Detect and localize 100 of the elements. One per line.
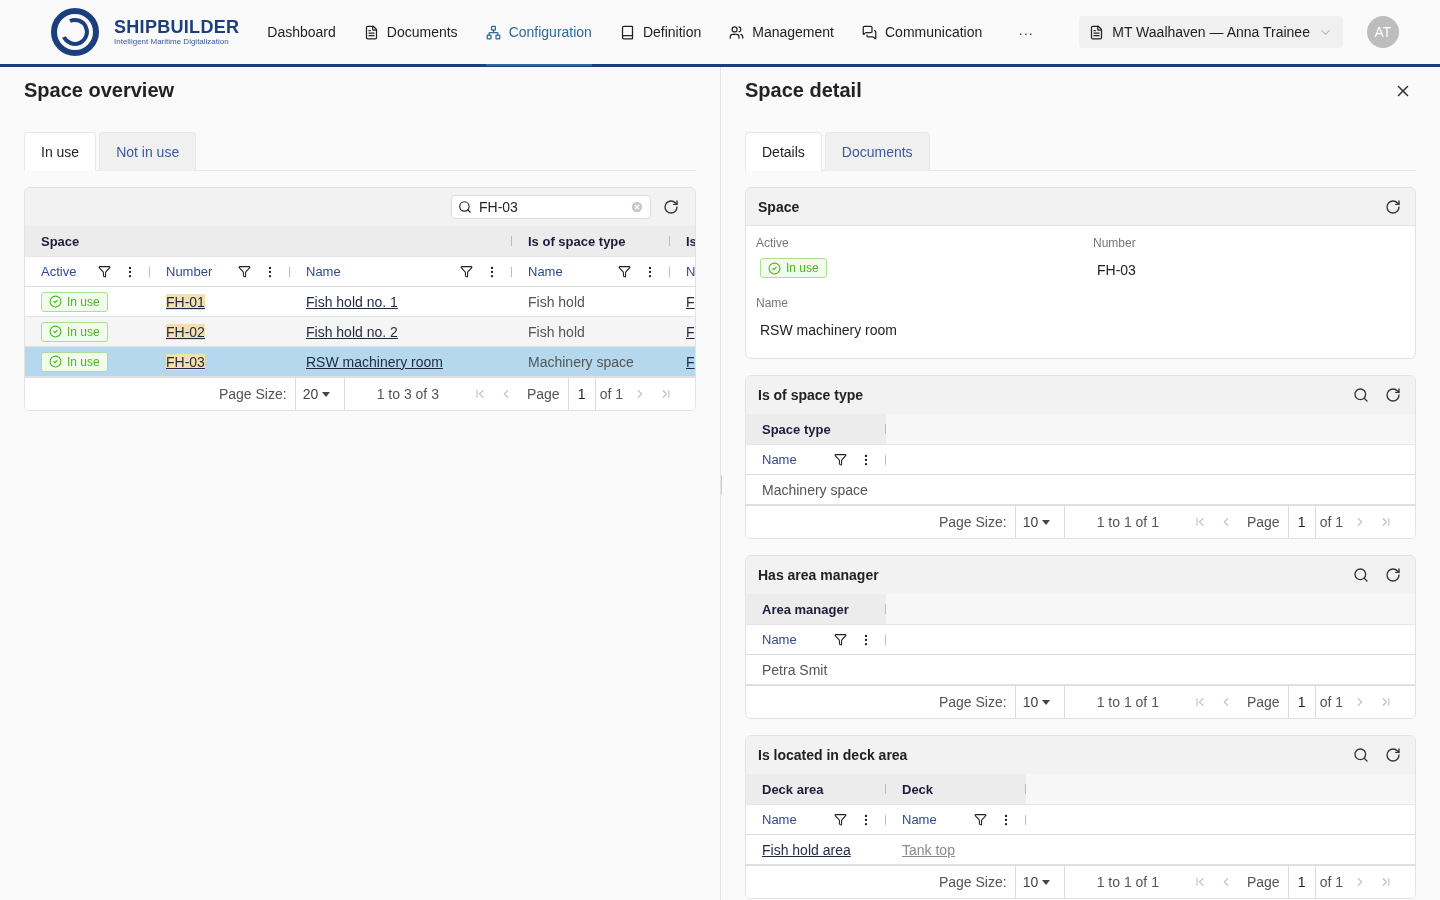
column-header[interactable]: Active — [41, 264, 98, 279]
number-link[interactable]: FH-01 — [166, 293, 205, 310]
column-header[interactable]: N — [686, 264, 695, 279]
table-link[interactable]: F — [686, 353, 695, 370]
page-count-text: of 1 — [1318, 873, 1344, 892]
nav-tab[interactable]: Documents — [363, 0, 458, 66]
more-menu-button[interactable]: ··· — [1012, 22, 1040, 42]
page-label: Page — [525, 385, 561, 404]
nav-tab[interactable]: Dashboard — [267, 0, 336, 66]
document-icon — [1089, 24, 1105, 40]
caret-icon — [1042, 699, 1051, 705]
column-header[interactable]: Number — [166, 264, 238, 279]
panel-title: Space overview — [24, 79, 175, 102]
refresh-icon[interactable] — [663, 199, 679, 215]
filter-icon[interactable] — [834, 813, 847, 826]
search-icon[interactable] — [1353, 567, 1369, 583]
refresh-icon[interactable] — [1385, 198, 1401, 215]
field-value: FH-03 — [1096, 261, 1137, 280]
column-header[interactable]: Name — [528, 264, 618, 279]
table-link[interactable]: Fish hold area — [762, 841, 851, 858]
column-group-header: Space — [41, 233, 80, 249]
table-link[interactable]: Tank top — [902, 841, 955, 858]
column-group-header: Deck — [902, 781, 934, 797]
page-size-select[interactable]: 10 — [1014, 866, 1065, 898]
page-size-select[interactable]: 10 — [1014, 506, 1065, 538]
card-title: Space — [758, 198, 801, 215]
search-icon[interactable] — [1353, 747, 1369, 763]
table-cell: Fish hold — [528, 323, 585, 340]
nav-tab[interactable]: Management — [729, 0, 834, 66]
tab[interactable]: Details — [745, 132, 822, 171]
table-cell: Petra Smit — [762, 661, 828, 678]
table-cell: Fish hold — [528, 293, 585, 310]
check-circle-icon — [768, 261, 781, 275]
table-link[interactable]: Fish hold no. 1 — [306, 293, 398, 310]
page-number-field[interactable]: 1 — [1287, 686, 1316, 718]
page-number-field[interactable]: 1 — [1287, 506, 1316, 538]
column-group-header: Is of space type — [528, 233, 626, 249]
row-range-text: 1 to 1 of 1 — [1095, 513, 1160, 532]
refresh-icon[interactable] — [1385, 387, 1401, 403]
book-icon — [619, 24, 635, 40]
nav-tab[interactable]: Communication — [862, 0, 983, 66]
page-size-label: Page Size: — [937, 513, 1008, 532]
table-cell: Machinery space — [528, 353, 634, 370]
filter-icon[interactable] — [238, 265, 251, 278]
tab[interactable]: Documents — [824, 132, 930, 171]
logo-name: SHIPBUILDER — [114, 17, 240, 37]
page-label: Page — [1245, 513, 1281, 532]
nav-tab[interactable]: Definition — [619, 0, 702, 66]
logo-tagline: Intelligent Maritime Digitalization — [114, 37, 230, 47]
row-range-text: 1 to 1 of 1 — [1095, 693, 1160, 712]
filter-icon[interactable] — [834, 633, 847, 646]
people-icon — [729, 24, 745, 40]
field-label: Name — [756, 296, 789, 310]
page-size-label: Page Size: — [937, 873, 1008, 892]
column-header[interactable]: Name — [902, 812, 974, 827]
column-header[interactable]: Name — [306, 264, 460, 279]
tab[interactable]: In use — [24, 132, 97, 171]
page-size-select[interactable]: 10 — [1014, 686, 1065, 718]
nav-tab[interactable]: Configuration — [485, 0, 592, 66]
search-icon[interactable] — [1353, 387, 1369, 403]
refresh-icon[interactable] — [1385, 567, 1401, 583]
table-row[interactable]: In use FH-02 Fish hold no. 2 Fish hold F — [25, 317, 695, 347]
row-range-text: 1 to 3 of 3 — [375, 385, 440, 404]
caret-icon — [1042, 519, 1051, 525]
table-link[interactable]: Fish hold no. 2 — [306, 323, 398, 340]
panel-title: Space detail — [745, 79, 862, 102]
tab[interactable]: Not in use — [99, 132, 197, 171]
column-group-header: Space type — [762, 421, 831, 437]
page-count-text: of 1 — [1318, 513, 1344, 532]
filter-icon[interactable] — [618, 265, 631, 278]
page-number-field[interactable]: 1 — [1287, 866, 1316, 898]
column-header[interactable]: Name — [762, 632, 834, 647]
status-text: In use — [67, 354, 100, 369]
table-link[interactable]: F — [686, 323, 695, 340]
search-icon — [458, 200, 472, 214]
context-selector[interactable]: MT Waalhaven — Anna Trainee — [1079, 16, 1343, 48]
caret-icon — [322, 391, 331, 397]
refresh-icon[interactable] — [1385, 747, 1401, 763]
table-link[interactable]: F — [686, 293, 695, 310]
field-label: Number — [1093, 236, 1137, 250]
filter-icon[interactable] — [98, 265, 111, 278]
table-link[interactable]: RSW machinery room — [306, 353, 443, 370]
page-size-label: Page Size: — [217, 385, 288, 404]
card-title: Has area manager — [758, 567, 880, 583]
column-header[interactable]: Name — [762, 452, 834, 467]
check-circle-icon — [49, 295, 62, 308]
page-size-select[interactable]: 20 — [294, 378, 345, 410]
number-link[interactable]: FH-03 — [166, 353, 205, 370]
filter-icon[interactable] — [834, 453, 847, 466]
table-row[interactable]: In use FH-03 RSW machinery room Machinery space F — [25, 347, 695, 377]
hierarchy-icon — [485, 24, 501, 40]
page-number-field[interactable]: 1 — [567, 378, 596, 410]
filter-icon[interactable] — [460, 265, 473, 278]
number-link[interactable]: FH-02 — [166, 323, 205, 340]
card-title: Is located in deck area — [758, 747, 909, 763]
search-field[interactable]: FH-03 — [451, 195, 651, 219]
page-label: Page — [1245, 693, 1281, 712]
filter-icon[interactable] — [974, 813, 987, 826]
column-header[interactable]: Name — [762, 812, 834, 827]
status-text: In use — [67, 294, 100, 309]
